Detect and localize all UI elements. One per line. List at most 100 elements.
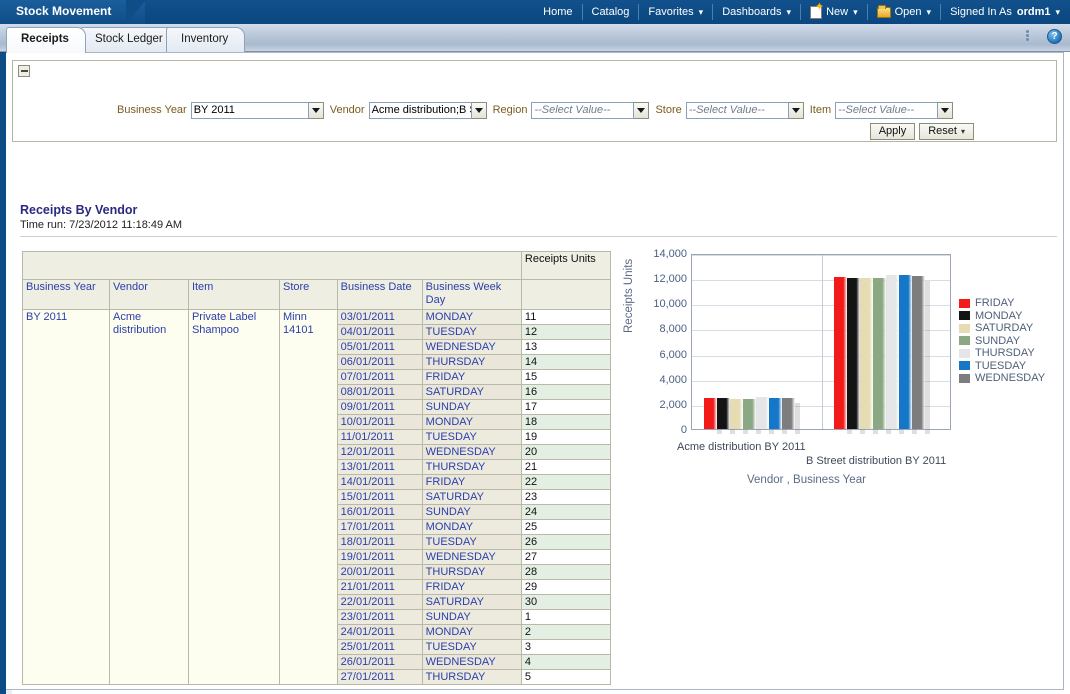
prompt-item[interactable]: --Select Value-- xyxy=(835,101,954,119)
cell-business-week-day[interactable]: THURSDAY xyxy=(421,669,522,685)
cell-business-week-day[interactable]: FRIDAY xyxy=(421,579,522,595)
business-year-input[interactable]: BY 2011 xyxy=(190,101,309,119)
reset-button[interactable]: Reset ▾ xyxy=(919,123,974,140)
cell-business-week-day[interactable]: WEDNESDAY xyxy=(421,339,522,355)
cell-business-date[interactable]: 06/01/2011 xyxy=(336,354,423,370)
chart-legend-item[interactable]: MONDAY xyxy=(959,310,1059,323)
cell-business-date[interactable]: 16/01/2011 xyxy=(336,504,423,520)
chart-bar[interactable] xyxy=(730,398,748,434)
chart-bar[interactable] xyxy=(899,275,917,434)
cell-business-date[interactable]: 19/01/2011 xyxy=(336,549,423,565)
chart-bar[interactable] xyxy=(834,276,852,434)
chart-bar[interactable] xyxy=(912,276,930,434)
cell-business-year[interactable]: BY 2011 xyxy=(21,309,111,685)
chart-bar[interactable] xyxy=(782,398,800,434)
cell-business-week-day[interactable]: SUNDAY xyxy=(421,504,522,520)
chart-bar[interactable] xyxy=(873,278,891,434)
column-header-vendor[interactable]: Vendor xyxy=(109,279,189,310)
chart-bar[interactable] xyxy=(743,399,761,434)
tab-stock-ledger[interactable]: Stock Ledger xyxy=(80,27,180,52)
cell-business-week-day[interactable]: FRIDAY xyxy=(421,474,522,490)
prompt-business-year[interactable]: BY 2011 xyxy=(190,101,324,119)
cell-business-date[interactable]: 27/01/2011 xyxy=(336,669,423,685)
chart-legend-item[interactable]: TUESDAY xyxy=(959,360,1059,373)
chart-bar[interactable] xyxy=(886,275,904,434)
nav-favorites[interactable]: Favorites ▾ xyxy=(639,4,714,20)
cell-business-week-day[interactable]: FRIDAY xyxy=(421,369,522,385)
cell-business-week-day[interactable]: WEDNESDAY xyxy=(421,444,522,460)
page-options-icon[interactable] xyxy=(1026,29,1041,44)
cell-business-week-day[interactable]: SATURDAY xyxy=(421,489,522,505)
vendor-input[interactable]: Acme distribution;B S xyxy=(368,101,472,119)
nav-open[interactable]: Open ▾ xyxy=(868,4,942,20)
cell-business-date[interactable]: 12/01/2011 xyxy=(336,444,423,460)
cell-store[interactable]: Minn 14101 xyxy=(279,309,338,685)
signed-in-as-menu[interactable]: Signed In As ordm1 ▾ xyxy=(941,4,1064,20)
cell-business-week-day[interactable]: TUESDAY xyxy=(421,534,522,550)
cell-business-date[interactable]: 03/01/2011 xyxy=(336,309,423,325)
cell-business-week-day[interactable]: MONDAY xyxy=(421,519,522,535)
cell-business-date[interactable]: 09/01/2011 xyxy=(336,399,423,415)
tab-inventory[interactable]: Inventory xyxy=(166,27,246,52)
nav-catalog[interactable]: Catalog xyxy=(583,4,640,20)
application-title-tab[interactable]: Stock Movement xyxy=(0,0,147,24)
chevron-down-icon[interactable] xyxy=(788,101,804,119)
chart-legend-item[interactable]: FRIDAY xyxy=(959,297,1059,310)
cell-business-week-day[interactable]: WEDNESDAY xyxy=(421,654,522,670)
cell-business-week-day[interactable]: THURSDAY xyxy=(421,459,522,475)
prompt-vendor[interactable]: Acme distribution;B S xyxy=(368,101,487,119)
cell-business-week-day[interactable]: MONDAY xyxy=(421,414,522,430)
prompt-store[interactable]: --Select Value-- xyxy=(685,101,804,119)
nav-dashboards[interactable]: Dashboards ▾ xyxy=(713,4,802,20)
column-header-business-date[interactable]: Business Date xyxy=(336,279,423,310)
chevron-down-icon[interactable] xyxy=(634,101,650,119)
store-input[interactable]: --Select Value-- xyxy=(685,101,789,119)
cell-business-week-day[interactable]: MONDAY xyxy=(421,624,522,640)
chart-legend-item[interactable]: THURSDAY xyxy=(959,347,1059,360)
cell-business-week-day[interactable]: MONDAY xyxy=(421,309,522,325)
chart-legend-item[interactable]: SUNDAY xyxy=(959,335,1059,348)
cell-business-week-day[interactable]: TUESDAY xyxy=(421,429,522,445)
region-input[interactable]: --Select Value-- xyxy=(531,101,635,119)
tab-receipts[interactable]: Receipts xyxy=(6,27,86,53)
cell-business-week-day[interactable]: SATURDAY xyxy=(421,384,522,400)
column-header-store[interactable]: Store xyxy=(279,279,338,310)
cell-business-week-day[interactable]: THURSDAY xyxy=(421,354,522,370)
cell-business-week-day[interactable]: SATURDAY xyxy=(421,594,522,610)
cell-business-date[interactable]: 21/01/2011 xyxy=(336,579,423,595)
collapse-prompts-button[interactable] xyxy=(18,65,30,77)
column-header-measure[interactable] xyxy=(520,279,612,310)
nav-new[interactable]: New ▾ xyxy=(801,2,868,20)
cell-business-week-day[interactable]: WEDNESDAY xyxy=(421,549,522,565)
column-header-business-week-day[interactable]: Business Week Day xyxy=(421,279,522,310)
cell-item[interactable]: Private Label Shampoo xyxy=(187,309,281,685)
cell-business-date[interactable]: 22/01/2011 xyxy=(336,594,423,610)
cell-business-date[interactable]: 24/01/2011 xyxy=(336,624,423,640)
prompt-region[interactable]: --Select Value-- xyxy=(531,101,650,119)
cell-business-date[interactable]: 18/01/2011 xyxy=(336,534,423,550)
cell-business-week-day[interactable]: SUNDAY xyxy=(421,609,522,625)
cell-business-date[interactable]: 25/01/2011 xyxy=(336,639,423,655)
cell-business-date[interactable]: 23/01/2011 xyxy=(336,609,423,625)
chevron-down-icon[interactable] xyxy=(471,101,487,119)
chart-bar[interactable] xyxy=(704,398,722,434)
cell-business-date[interactable]: 26/01/2011 xyxy=(336,654,423,670)
cell-business-week-day[interactable]: TUESDAY xyxy=(421,639,522,655)
cell-business-date[interactable]: 11/01/2011 xyxy=(336,429,423,445)
chart-legend-item[interactable]: SATURDAY xyxy=(959,322,1059,335)
cell-business-date[interactable]: 20/01/2011 xyxy=(336,564,423,580)
cell-business-week-day[interactable]: TUESDAY xyxy=(421,324,522,340)
cell-business-date[interactable]: 17/01/2011 xyxy=(336,519,423,535)
cell-business-date[interactable]: 08/01/2011 xyxy=(336,384,423,400)
chevron-down-icon[interactable] xyxy=(308,101,324,119)
chart-bar[interactable] xyxy=(756,397,774,434)
cell-business-date[interactable]: 10/01/2011 xyxy=(336,414,423,430)
cell-business-week-day[interactable]: THURSDAY xyxy=(421,564,522,580)
chart-legend-item[interactable]: WEDNESDAY xyxy=(959,372,1059,385)
column-header-business-year[interactable]: Business Year xyxy=(21,279,111,310)
item-input[interactable]: --Select Value-- xyxy=(835,101,939,119)
cell-business-date[interactable]: 14/01/2011 xyxy=(336,474,423,490)
apply-button[interactable]: Apply xyxy=(869,123,916,140)
chart-bar[interactable] xyxy=(847,278,865,434)
nav-home[interactable]: Home xyxy=(534,4,583,20)
